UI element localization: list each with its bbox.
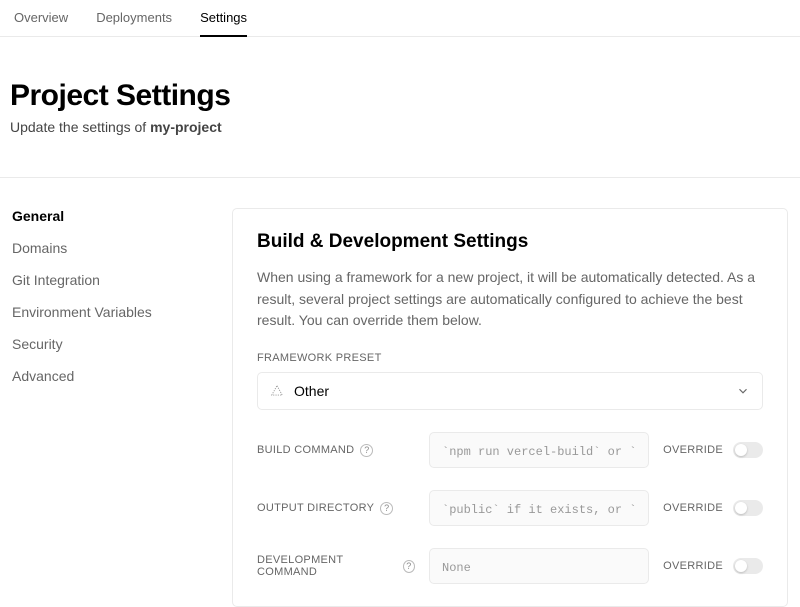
top-nav: Overview Deployments Settings (0, 0, 800, 37)
tab-settings[interactable]: Settings (200, 10, 247, 37)
framework-other-icon (270, 384, 284, 398)
sidebar-item-security[interactable]: Security (12, 336, 192, 352)
tab-overview[interactable]: Overview (14, 10, 68, 36)
sidebar-item-domains[interactable]: Domains (12, 240, 192, 256)
help-icon[interactable]: ? (380, 502, 393, 515)
page-title: Project Settings (10, 79, 800, 113)
help-icon[interactable]: ? (360, 444, 373, 457)
chevron-down-icon (736, 384, 750, 398)
card-title: Build & Development Settings (257, 231, 763, 253)
page-subtitle: Update the settings of my-project (10, 119, 800, 135)
sidebar-item-general[interactable]: General (12, 208, 192, 224)
sidebar-item-environment-variables[interactable]: Environment Variables (12, 304, 192, 320)
build-command-label: BUILD COMMAND ? (257, 444, 415, 457)
build-settings-card: Build & Development Settings When using … (232, 208, 788, 607)
override-label: OVERRIDE (663, 560, 723, 572)
build-command-row: BUILD COMMAND ? OVERRIDE (257, 432, 763, 468)
settings-sidebar: General Domains Git Integration Environm… (12, 208, 192, 607)
build-command-override-toggle[interactable] (733, 442, 763, 458)
card-description: When using a framework for a new project… (257, 267, 763, 332)
output-directory-label: OUTPUT DIRECTORY ? (257, 502, 415, 515)
output-directory-override-toggle[interactable] (733, 500, 763, 516)
tab-deployments[interactable]: Deployments (96, 10, 172, 36)
development-command-override-toggle[interactable] (733, 558, 763, 574)
output-directory-input[interactable] (429, 490, 649, 526)
build-command-input[interactable] (429, 432, 649, 468)
development-command-row: DEVELOPMENT COMMAND ? OVERRIDE (257, 548, 763, 584)
development-command-label: DEVELOPMENT COMMAND ? (257, 554, 415, 578)
output-directory-row: OUTPUT DIRECTORY ? OVERRIDE (257, 490, 763, 526)
override-label: OVERRIDE (663, 502, 723, 514)
development-command-input[interactable] (429, 548, 649, 584)
header: Project Settings Update the settings of … (0, 37, 800, 177)
override-label: OVERRIDE (663, 444, 723, 456)
framework-preset-select[interactable]: Other (257, 372, 763, 410)
help-icon[interactable]: ? (403, 560, 415, 573)
framework-preset-label: FRAMEWORK PRESET (257, 352, 763, 364)
framework-preset-value: Other (294, 383, 329, 399)
sidebar-item-advanced[interactable]: Advanced (12, 368, 192, 384)
project-name: my-project (150, 119, 222, 135)
sidebar-item-git-integration[interactable]: Git Integration (12, 272, 192, 288)
